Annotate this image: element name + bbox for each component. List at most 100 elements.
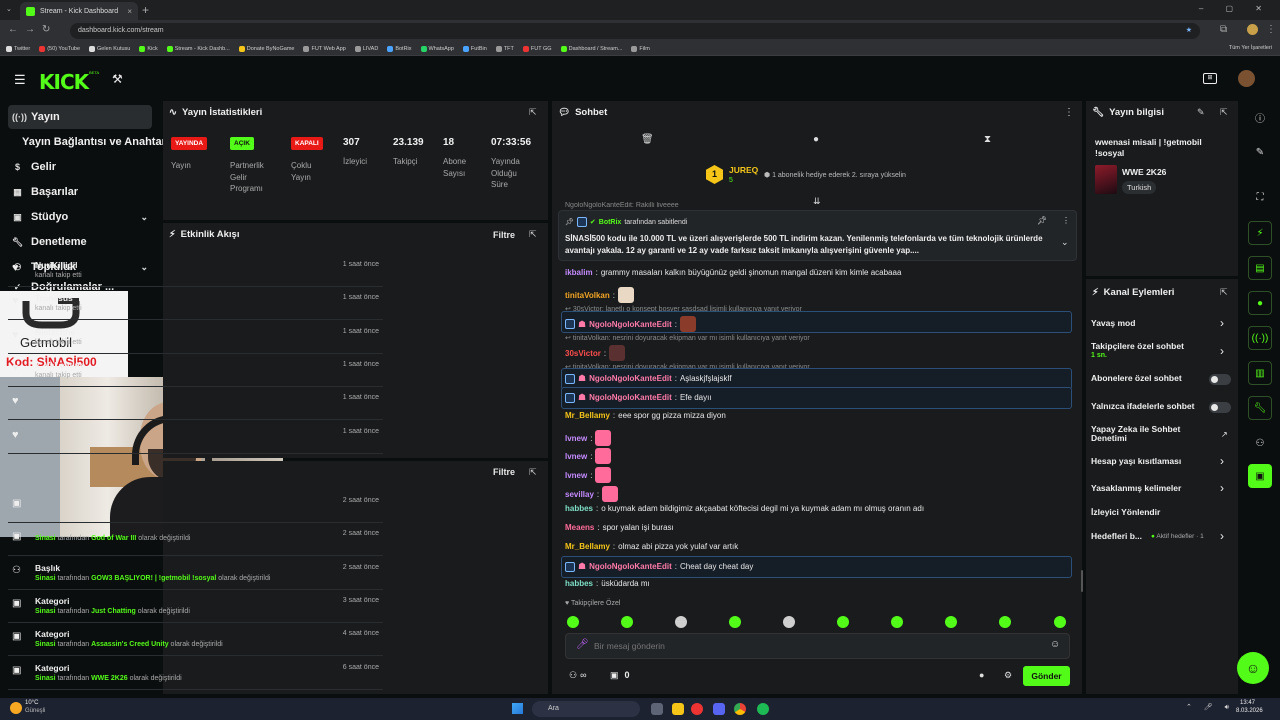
quick-action-chat-icon[interactable]: ●: [1248, 291, 1272, 315]
chat-bubble-icon[interactable]: ●: [979, 670, 984, 680]
chat-username[interactable]: habbes: [565, 579, 593, 588]
chat-username[interactable]: Meaens: [565, 523, 594, 532]
chat-username[interactable]: lvnew: [565, 452, 587, 461]
chat-input-box[interactable]: 🎤︎ ☺: [565, 633, 1070, 659]
tab-list-icon[interactable]: ⌄: [6, 5, 12, 13]
activity-filter-button[interactable]: Filtre: [493, 230, 515, 240]
quick-action-broadcast-icon[interactable]: ((·)): [1248, 326, 1272, 350]
expand-chevron-icon[interactable]: ⌄: [1061, 237, 1069, 248]
popout-icon[interactable]: ⇱: [529, 467, 537, 478]
edit-pencil-icon[interactable]: ✎: [1197, 107, 1205, 118]
changes-filter-button[interactable]: Filtre: [493, 467, 515, 477]
bookmark-item[interactable]: FutBin: [462, 45, 487, 52]
popout-icon[interactable]: ⇱: [1220, 107, 1228, 118]
pin-menu-icon[interactable]: ⋮: [1062, 216, 1070, 225]
emote-icon[interactable]: [1054, 616, 1066, 628]
mic-icon[interactable]: 🎤︎: [576, 639, 589, 650]
ai-mod-item[interactable]: Yapay Zeka ile Sohbet Denetimi: [1091, 424, 1201, 444]
bookmark-item[interactable]: FUT GG: [522, 45, 552, 52]
trash-icon[interactable]: 🗑︎: [641, 134, 654, 145]
fullscreen-icon[interactable]: ⛶: [1248, 185, 1272, 209]
settings-gear-icon[interactable]: ⚙: [1004, 670, 1012, 681]
unpin-icon[interactable]: 📌︎: [1037, 216, 1047, 225]
app-icon[interactable]: [691, 703, 703, 715]
sidebar-item-basarilar[interactable]: ▦ Başarılar: [8, 180, 152, 204]
chat-username[interactable]: lvnew: [565, 434, 587, 443]
goals-item[interactable]: Hedefleri b...: [1091, 531, 1142, 541]
bookmark-item[interactable]: Twitter: [6, 45, 30, 52]
reload-icon[interactable]: ↻: [42, 24, 50, 35]
banned-words-item[interactable]: Yasaklanmış kelimeler: [1091, 483, 1181, 493]
quick-action-wrench-icon[interactable]: 🔧︎: [1248, 396, 1272, 420]
chat-message-input[interactable]: [594, 638, 1014, 654]
follower-name[interactable]: x_VaLentino: [35, 360, 85, 370]
send-button[interactable]: Gönder: [1023, 666, 1070, 686]
chevron-right-icon[interactable]: ›: [1220, 454, 1224, 468]
chat-options-icon[interactable]: ●: [813, 134, 819, 145]
pencil-icon[interactable]: ✎: [1248, 140, 1272, 164]
slow-mode-item[interactable]: Yavaş mod: [1091, 318, 1135, 328]
chat-username[interactable]: lvnew: [565, 471, 587, 480]
follower-name[interactable]: Nietzchhe: [35, 327, 75, 337]
category-thumbnail[interactable]: [1095, 165, 1117, 194]
window-controls[interactable]: – ▢ ✕: [1199, 4, 1272, 13]
chat-scrollbar[interactable]: [1081, 570, 1083, 592]
hammer-icon[interactable]: ⚒: [112, 72, 123, 86]
popout-icon[interactable]: ⇱: [529, 107, 537, 118]
menu-icon[interactable]: ⋮: [1266, 24, 1276, 35]
back-icon[interactable]: ←: [8, 24, 18, 35]
close-tab-icon[interactable]: ×: [127, 7, 132, 16]
quick-action-lightning-icon[interactable]: ⚡︎: [1248, 221, 1272, 245]
chat-username[interactable]: Mr_Bellamy: [565, 411, 610, 420]
bookmark-item[interactable]: TFT: [495, 45, 514, 52]
sidebar-item-yayin[interactable]: ((·)) Yayın: [8, 105, 152, 129]
bookmark-item[interactable]: BotRix: [387, 45, 412, 52]
popout-icon[interactable]: ⇱: [529, 229, 537, 240]
quick-action-printer-icon[interactable]: ▥: [1248, 361, 1272, 385]
bookmark-item[interactable]: WhatsApp: [420, 45, 454, 52]
chat-username[interactable]: NgoloNgoloKanteEdit: [589, 393, 672, 402]
chat-username[interactable]: ikbalim: [565, 268, 593, 277]
emote-only-toggle[interactable]: [1209, 402, 1231, 413]
browser-tab[interactable]: Stream - Kick Dashboard ×: [20, 2, 138, 20]
bookmark-item[interactable]: Donate ByNoGame: [238, 45, 294, 52]
raid-item[interactable]: İzleyici Yönlendir: [1091, 507, 1160, 517]
points-left[interactable]: ⚇ ∞: [569, 670, 587, 681]
top-gifter-name[interactable]: JUREQ: [729, 165, 758, 175]
points-right[interactable]: ▣ 0: [610, 670, 630, 681]
chevron-right-icon[interactable]: ›: [1220, 316, 1224, 330]
chat-username[interactable]: 30sVictor: [565, 349, 601, 358]
bookmark-star-icon[interactable]: ★: [1186, 23, 1192, 39]
category-name[interactable]: WWE 2K26: [1122, 167, 1166, 177]
subs-chat-toggle[interactable]: [1209, 374, 1231, 385]
new-tab-icon[interactable]: +: [142, 3, 149, 17]
bookmark-item[interactable]: FUT Web App: [303, 45, 346, 52]
chevron-right-icon[interactable]: ›: [1220, 344, 1224, 358]
bookmark-item[interactable]: Dashboard / Stream...: [560, 45, 622, 52]
bookmark-item[interactable]: Film: [631, 45, 650, 52]
chat-username[interactable]: NgoloNgoloKanteEdit: [589, 374, 672, 383]
user-avatar[interactable]: [1238, 70, 1255, 87]
quick-action-users-icon[interactable]: ⚇: [1248, 431, 1272, 455]
chevron-right-icon[interactable]: ›: [1220, 529, 1224, 543]
sidebar-item-studyo[interactable]: ▣ Stüdyo ⌄: [8, 205, 152, 229]
age-limit-item[interactable]: Hesap yaşı kısıtlaması: [1091, 456, 1181, 466]
sidebar-item-gelir[interactable]: $ Gelir: [8, 155, 152, 179]
quick-action-active-icon[interactable]: ▣: [1248, 464, 1272, 488]
follower-name[interactable]: NuriKilligil: [35, 260, 78, 270]
quick-action-notes-icon[interactable]: ▤: [1248, 256, 1272, 280]
emote-icon[interactable]: [837, 616, 849, 628]
chat-menu-icon[interactable]: ⋮: [1064, 107, 1074, 118]
extensions-icon[interactable]: ⧉: [1220, 24, 1227, 35]
support-chat-icon[interactable]: ☺: [1237, 652, 1269, 684]
external-link-icon[interactable]: ↗: [1221, 430, 1228, 439]
chat-username[interactable]: habbes: [565, 504, 593, 513]
bookmark-item[interactable]: LIVAD: [354, 45, 378, 52]
windows-start-icon[interactable]: [512, 703, 523, 714]
sidebar-item-stream-key[interactable]: Yayın Bağlantısı ve Anahtarı: [8, 130, 169, 154]
chat-username[interactable]: tinitaVolkan: [565, 291, 610, 300]
chat-username[interactable]: NgoloNgoloKanteEdit: [589, 562, 672, 571]
sidebar-item-denetleme[interactable]: 🔧︎ Denetleme: [8, 230, 152, 254]
hourglass-icon[interactable]: ⧗: [984, 134, 991, 145]
followers-chat-item[interactable]: Takipçilere özel sohbet: [1091, 341, 1206, 351]
